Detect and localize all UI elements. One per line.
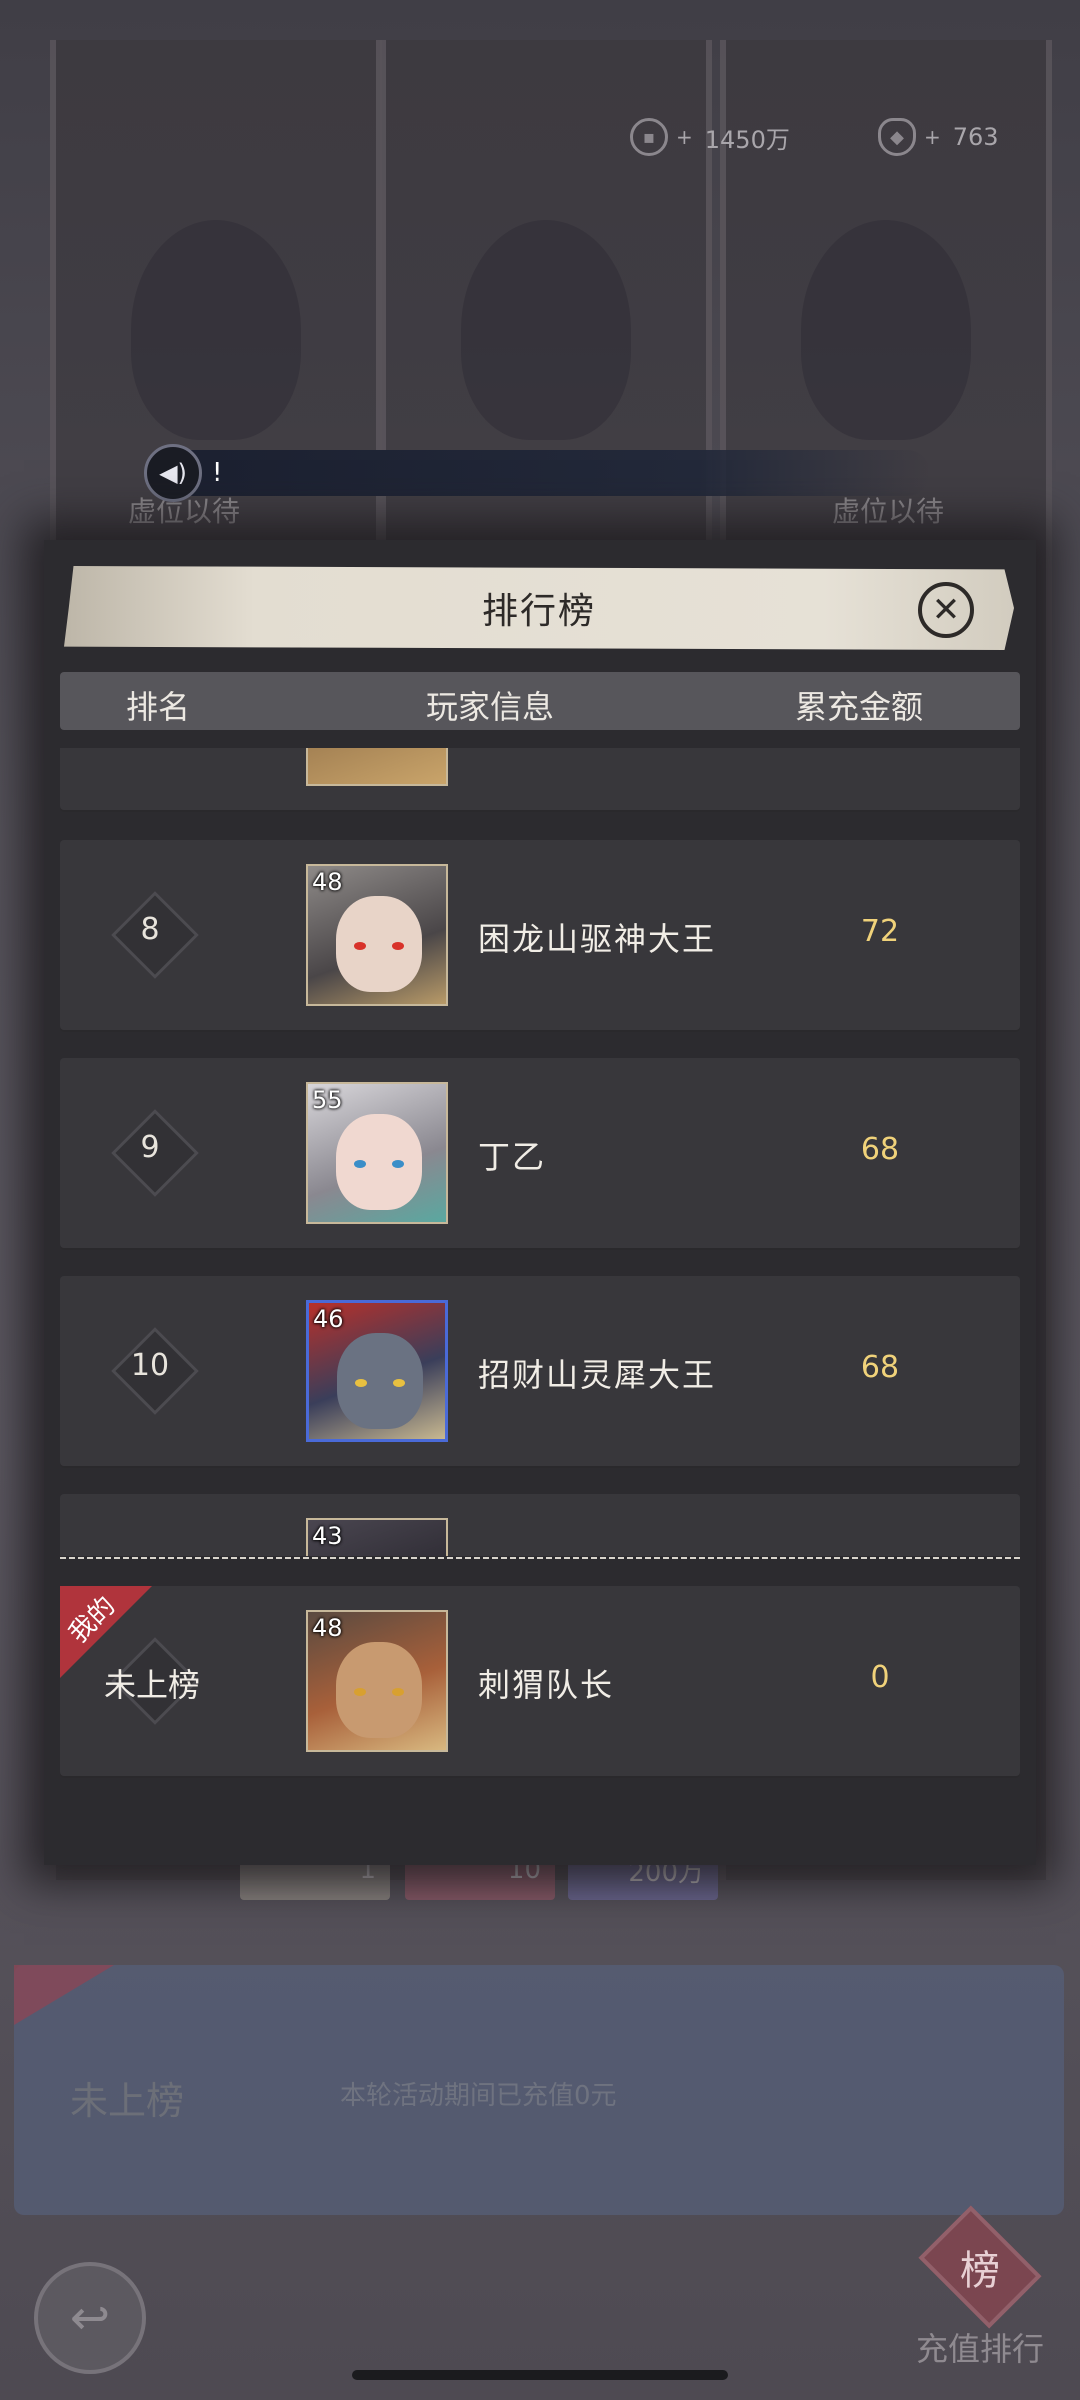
recharge-amount: 68 bbox=[860, 1132, 900, 1167]
column-player: 玩家信息 bbox=[426, 688, 555, 726]
player-level: 48 bbox=[312, 868, 343, 896]
recharge-amount: 68 bbox=[860, 1350, 900, 1385]
ingot-counter: ◆ + 763 bbox=[878, 118, 999, 156]
recharge-amount: 72 bbox=[860, 914, 900, 949]
player-level: 43 bbox=[312, 1522, 343, 1550]
ranking-list[interactable]: 8 48 困龙山驱神大王 72 9 55 丁乙 68 10 46 招财山灵犀大王… bbox=[60, 748, 1020, 1556]
player-avatar[interactable]: 55 bbox=[306, 1082, 448, 1224]
coin-counter: ▪ + 1450万 bbox=[630, 118, 790, 156]
announcement-marquee: ◀) ! bbox=[144, 444, 930, 502]
table-row[interactable]: 10 46 招财山灵犀大王 68 bbox=[60, 1276, 1020, 1468]
back-button[interactable]: ↩ bbox=[34, 2262, 146, 2374]
table-row[interactable]: 8 48 困龙山驱神大王 72 bbox=[60, 840, 1020, 1032]
column-amount: 累充金额 bbox=[795, 688, 924, 726]
dialog-title: 排行榜 bbox=[481, 591, 596, 632]
recharge-amount: 0 bbox=[870, 1660, 890, 1695]
recharge-ranking-button[interactable]: 榜 充值排行 bbox=[910, 2205, 1050, 2370]
table-row[interactable]: 9 55 丁乙 68 bbox=[60, 1058, 1020, 1250]
player-level: 55 bbox=[312, 1086, 343, 1114]
column-rank: 排名 bbox=[126, 688, 191, 726]
my-rank-row[interactable]: 我的 未上榜 48 刺猬队长 0 bbox=[60, 1586, 1020, 1778]
recharge-ranking-label: 充值排行 bbox=[915, 2330, 1044, 2368]
dialog-title-bar: 排行榜 bbox=[64, 566, 1014, 650]
coin-amount: 1450万 bbox=[704, 125, 790, 154]
table-row[interactable]: 43 bbox=[60, 1494, 1020, 1556]
player-name: 丁乙 bbox=[478, 1138, 547, 1176]
speaker-icon: ◀) bbox=[144, 444, 202, 502]
player-avatar[interactable]: 43 bbox=[306, 1518, 448, 1556]
home-indicator[interactable] bbox=[352, 2370, 728, 2380]
player-avatar[interactable] bbox=[306, 748, 448, 786]
player-level: 48 bbox=[312, 1614, 343, 1642]
list-divider bbox=[60, 1557, 1020, 1559]
my-rank-bg-text: 未上榜 bbox=[70, 2079, 185, 2123]
rank-number: 8 bbox=[140, 912, 160, 947]
silhouette bbox=[131, 220, 301, 440]
player-name: 招财山灵犀大王 bbox=[478, 1356, 717, 1394]
my-rank-text: 未上榜 bbox=[104, 1666, 201, 1704]
rank-number: 9 bbox=[140, 1130, 160, 1165]
ranking-table-header: 排名 玩家信息 累充金额 bbox=[60, 672, 1020, 730]
table-row[interactable] bbox=[60, 748, 1020, 812]
coin-icon: ▪ bbox=[630, 118, 668, 156]
avatar-face bbox=[336, 1114, 422, 1210]
ingot-icon: ◆ bbox=[878, 118, 916, 156]
ingot-amount: 763 bbox=[952, 123, 999, 151]
avatar-face bbox=[336, 896, 422, 992]
silhouette bbox=[461, 220, 631, 440]
player-name: 刺猬队长 bbox=[478, 1666, 615, 1704]
avatar-face bbox=[337, 1333, 423, 1429]
player-avatar[interactable]: 48 bbox=[306, 864, 448, 1006]
vacant-label: 虚位以待 bbox=[832, 495, 945, 528]
silhouette bbox=[801, 220, 971, 440]
player-avatar[interactable]: 46 bbox=[306, 1300, 448, 1442]
rank-number: 10 bbox=[130, 1348, 170, 1383]
back-arrow-icon: ↩ bbox=[69, 2290, 111, 2346]
marquee-text: ! bbox=[212, 458, 223, 488]
player-level: 46 bbox=[313, 1305, 344, 1333]
close-button[interactable]: ✕ bbox=[918, 582, 974, 638]
player-name: 困龙山驱神大王 bbox=[478, 920, 717, 958]
my-recharge-note: 本轮活动期间已充值0元 bbox=[340, 2081, 617, 2111]
player-avatar[interactable]: 48 bbox=[306, 1610, 448, 1752]
avatar-face bbox=[336, 1642, 422, 1738]
close-icon: ✕ bbox=[931, 590, 961, 630]
